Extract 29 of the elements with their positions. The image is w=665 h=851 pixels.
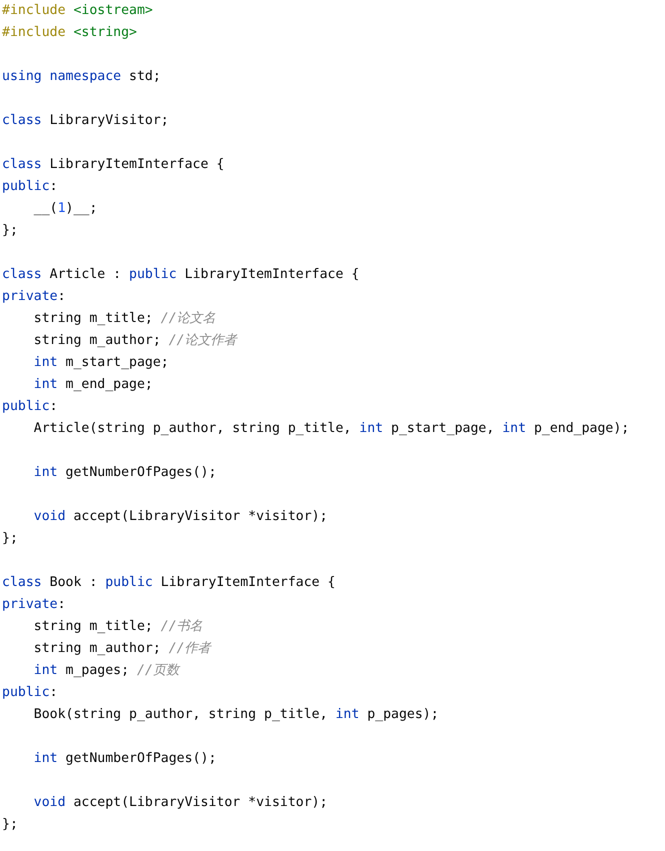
code-line: class LibraryVisitor;: [2, 113, 169, 128]
code-line: string m_author; //论文作者: [32, 333, 237, 348]
code-line: void accept(LibraryVisitor *visitor);: [32, 795, 328, 810]
code-line: Article(string p_author, string p_title, int p_start_page, int p_end_page);: [32, 421, 630, 436]
code-line: int m_end_page;: [32, 377, 153, 392]
code-line: class LibraryItemInterface {: [2, 157, 224, 172]
code-line: };: [2, 817, 18, 832]
code-line: class Book : public LibraryItemInterface {: [2, 575, 336, 590]
code-line: string m_title; //书名: [32, 619, 203, 634]
code-line: int m_start_page;: [32, 355, 169, 370]
code-line: class Article : public LibraryItemInterface {: [2, 267, 360, 282]
code-line: public:: [2, 179, 58, 194]
code-line: };: [2, 531, 18, 546]
code-line: void accept(LibraryVisitor *visitor);: [32, 509, 328, 524]
code-line: __(1)__;: [32, 201, 98, 216]
code-line: int getNumberOfPages();: [32, 751, 216, 766]
code-line: string m_author; //作者: [32, 641, 211, 656]
code-line: public:: [2, 685, 58, 700]
code-line: #include <iostream>: [2, 3, 153, 18]
code-line: string m_title; //论文名: [32, 311, 216, 326]
code-line: int getNumberOfPages();: [32, 465, 216, 480]
code-line: public:: [2, 399, 58, 414]
code-line: #include <string>: [2, 25, 137, 40]
code-line: };: [2, 223, 18, 238]
code-line: using namespace std;: [2, 69, 161, 84]
code-line: Book(string p_author, string p_title, int p_pages);: [32, 707, 439, 722]
code-line: private:: [2, 597, 66, 612]
code-line: int m_pages; //页数: [32, 663, 179, 678]
code-line: private:: [2, 289, 66, 304]
